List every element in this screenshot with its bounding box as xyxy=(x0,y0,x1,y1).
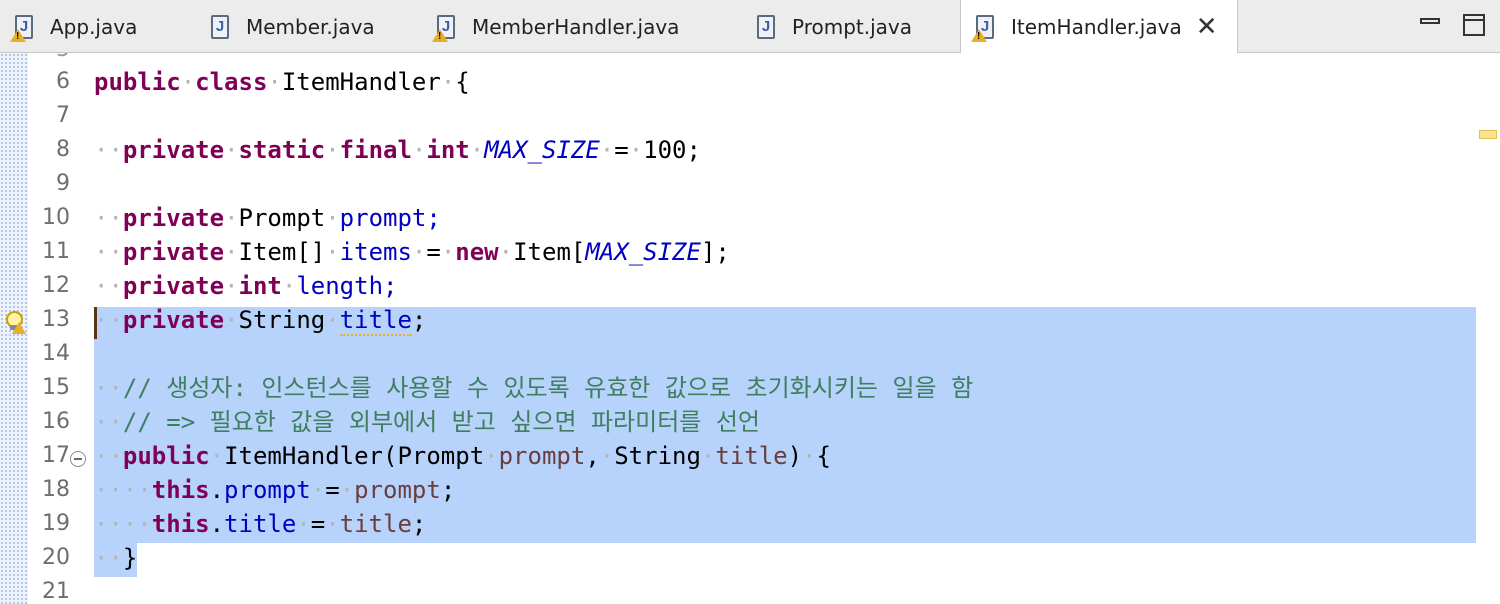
line-number: 7 xyxy=(56,103,70,128)
code-text: ··public·ItemHandler(Prompt·prompt,·Stri… xyxy=(94,442,831,470)
code-text: ··} xyxy=(94,544,138,572)
maximize-icon[interactable] xyxy=(1463,14,1485,36)
editor-tab-bar: J App.java J Member.java J MemberHandler… xyxy=(0,0,1500,54)
line-number: 11 xyxy=(42,239,70,264)
line-number: 18 xyxy=(42,477,70,502)
java-file-icon: J xyxy=(752,12,780,42)
code-text: ··private·Prompt·prompt; xyxy=(94,204,441,232)
line-number: 17 xyxy=(42,443,70,468)
line-number: 6 xyxy=(56,69,70,94)
code-text: ··private·Item[]·items·=·new·Item[MAX_SI… xyxy=(94,238,730,266)
code-line: 21 xyxy=(0,575,1500,604)
code-line: 12 ··private·int·length; xyxy=(0,269,1500,303)
tab-label: App.java xyxy=(50,14,138,39)
code-line: 17 ··public·ItemHandler(Prompt·prompt,·S… xyxy=(0,439,1500,473)
code-line: 6 public·class·ItemHandler·{ xyxy=(0,65,1500,99)
line-number: 20 xyxy=(42,545,70,570)
code-text: ··private·String·title; xyxy=(94,306,427,336)
tab-memberhandler-java[interactable]: J MemberHandler.java xyxy=(422,0,738,53)
line-number: 14 xyxy=(42,341,70,366)
code-text: public·class·ItemHandler·{ xyxy=(94,68,470,96)
line-number: 12 xyxy=(42,273,70,298)
code-line: 13 ··private·String·title; xyxy=(0,303,1500,337)
line-number: 16 xyxy=(42,409,70,434)
code-line: 15 ··// 생성자: 인스턴스를 사용할 수 있도록 유효한 값으로 초기화… xyxy=(0,371,1500,405)
code-line: 20 ··} xyxy=(0,541,1500,575)
tab-label: Prompt.java xyxy=(792,14,913,39)
tab-label: MemberHandler.java xyxy=(472,14,680,39)
code-line: 8 ··private·static·final·int·MAX_SIZE·=·… xyxy=(0,133,1500,167)
line-number: 21 xyxy=(42,579,70,604)
line-number: 8 xyxy=(56,137,70,162)
java-file-warning-icon: J xyxy=(10,12,38,42)
code-line: 9 xyxy=(0,167,1500,201)
code-comment: ··// 생성자: 인스턴스를 사용할 수 있도록 유효한 값으로 초기화시키는… xyxy=(94,374,974,402)
line-number: 9 xyxy=(56,171,70,196)
code-line: 16 ··// => 필요한 값을 외부에서 받고 싶으면 파라미터를 선언 xyxy=(0,405,1500,439)
code-text: ····this.title·=·title; xyxy=(94,510,427,538)
line-number: 10 xyxy=(42,205,70,230)
code-line: 18 ····this.prompt·=·prompt; xyxy=(0,473,1500,507)
line-number: 13 xyxy=(42,307,70,332)
tab-member-java[interactable]: J Member.java xyxy=(196,0,420,53)
line-number: 15 xyxy=(42,375,70,400)
fold-collapse-icon[interactable] xyxy=(70,451,86,467)
code-line: 10 ··private·Prompt·prompt; xyxy=(0,201,1500,235)
java-file-warning-icon: J xyxy=(432,12,460,42)
tab-label: Member.java xyxy=(246,14,375,39)
quick-fix-lightbulb-warning-icon[interactable] xyxy=(4,311,26,335)
code-line: 7 xyxy=(0,99,1500,133)
code-line: 11 ··private·Item[]·items·=·new·Item[MAX… xyxy=(0,235,1500,269)
tab-prompt-java[interactable]: J Prompt.java xyxy=(742,0,960,53)
tab-itemhandler-java[interactable]: J ItemHandler.java ✕ xyxy=(960,0,1238,54)
code-line: 19 ····this.title·=·title; xyxy=(0,507,1500,541)
line-number: 19 xyxy=(42,511,70,536)
code-comment: ··// => 필요한 값을 외부에서 받고 싶으면 파라미터를 선언 xyxy=(94,408,760,436)
code-text: ····this.prompt·=·prompt; xyxy=(94,476,456,504)
tab-label: ItemHandler.java xyxy=(1011,15,1182,39)
java-file-icon: J xyxy=(206,12,234,42)
code-line: 14 xyxy=(0,337,1500,371)
code-editor[interactable]: 5 6 public·class·ItemHandler·{ 7 8 ··pri… xyxy=(0,53,1500,604)
code-text: ··private·int·length; xyxy=(94,272,398,300)
tab-app-java[interactable]: J App.java xyxy=(0,0,190,53)
minimize-icon[interactable] xyxy=(1420,14,1442,36)
code-text: ··private·static·final·int·MAX_SIZE·=·10… xyxy=(94,136,701,164)
close-tab-icon[interactable]: ✕ xyxy=(1196,14,1218,40)
java-file-warning-icon: J xyxy=(971,12,999,42)
